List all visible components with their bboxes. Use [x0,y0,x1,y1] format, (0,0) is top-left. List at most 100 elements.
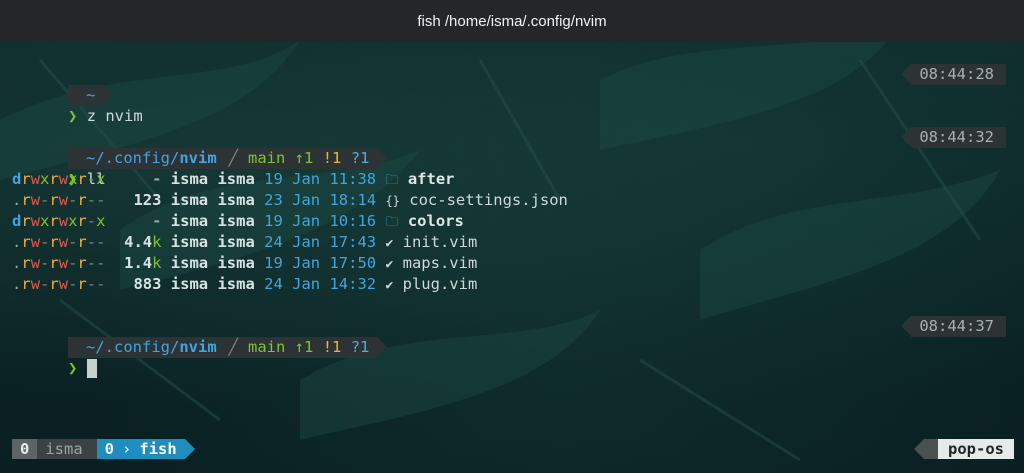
permission-char: - [68,254,78,272]
permission-char: x [96,212,106,230]
permission-char: . [12,254,22,272]
permission-char: r [77,191,87,209]
permission-char: w [30,191,41,209]
tmux-window-name[interactable]: fish [131,439,185,459]
permission-char: w [58,191,69,209]
list-item: .rw-rw-r-- 4.4k isma isma 24 Jan 17:43 ✔… [12,232,477,253]
permission-char: w [30,275,41,293]
permission-char: - [86,233,97,251]
permission-char: x [40,170,50,188]
permission-char: r [21,254,31,272]
git-modified: !1 [322,149,342,167]
permission-char: d [12,170,22,188]
file-group: isma [217,212,255,230]
permissions: .rw-rw-r-- [12,191,105,209]
prompt-char: ❯ [68,359,78,377]
file-owner: isma [170,212,209,230]
permission-char: - [68,191,78,209]
command-line[interactable]: ❯ [12,337,97,378]
permission-char: . [12,191,22,209]
folder-icon: 🗀 [385,215,399,230]
permission-char: r [21,170,31,188]
git-branch: main [248,149,286,167]
permission-char: r [21,275,31,293]
permission-char: - [86,191,97,209]
tmux-session-name: isma [37,439,97,459]
permission-char: - [96,275,106,293]
path-separator: ╱ [222,337,244,358]
permission-char: - [96,233,106,251]
command-text: z nvim [86,107,143,125]
permission-char: x [68,170,78,188]
permissions: drwxrwxr-x [12,212,105,230]
permission-char: r [77,170,87,188]
file-date: 19 Jan 11:38 [264,170,377,188]
file-name: init.vim [402,233,478,251]
file-size: 1.4 [124,254,153,272]
permissions: .rw-rw-r-- [12,254,105,272]
permission-char: r [49,191,59,209]
permission-char: - [86,275,97,293]
prompt-time: 08:44:28 [911,64,1006,85]
file-date: 19 Jan 17:50 [264,254,377,272]
file-owner: isma [170,170,209,188]
permission-char: - [68,275,78,293]
file-owner: isma [170,254,209,272]
tmux-status-left: 0 isma 0 › fish [12,439,195,459]
permission-char: - [96,191,106,209]
git-branch: main [248,338,286,356]
file-size: - [152,170,162,188]
terminal-content[interactable]: ~ 08:44:28 ❯ z nvim ~/.config/nvim ╱ main … [0,42,1024,473]
file-date: 19 Jan 10:16 [264,212,377,230]
permission-char: r [49,275,59,293]
permissions: drwxrwxr-x [12,170,105,188]
prompt-time: 08:44:32 [911,127,1006,148]
file-name: maps.vim [402,254,478,272]
permission-char: r [77,212,87,230]
permission-char: r [77,233,87,251]
file-group: isma [217,233,255,251]
permission-char: r [21,191,31,209]
window-titlebar[interactable]: fish /home/isma/.config/nvim [0,0,1024,42]
file-name: plug.vim [402,275,478,293]
tmux-hostname: pop-os [938,439,1014,459]
file-owner: isma [170,233,209,251]
vim-file-icon: ✔ [385,236,394,251]
json-file-icon: {} [385,194,400,208]
permission-char: r [77,254,87,272]
git-modified: !1 [322,338,342,356]
prompt-segment-bar: ~ [12,64,114,106]
folder-icon: 🗀 [385,173,399,188]
permission-char: w [58,233,69,251]
permission-char: - [40,191,50,209]
permission-char: . [12,233,22,251]
file-date: 23 Jan 18:14 [264,191,377,209]
file-size: 883 [133,275,162,293]
git-ahead: ↑1 [294,149,314,167]
permission-char: w [58,212,69,230]
directory-name: colors [407,212,464,230]
file-owner: isma [170,275,209,293]
permission-char: - [86,212,97,230]
git-untracked: ?1 [350,338,370,356]
prompt-char: ❯ [68,107,78,125]
permission-char: - [40,275,50,293]
list-item: drwxrwxr-x - isma isma 19 Jan 11:38 🗀 af… [12,169,455,190]
prompt-path-prefix: ~/.config/ [86,338,180,356]
file-size-unit: k [152,233,162,251]
permission-char: - [86,254,97,272]
terminal-window: fish /home/isma/.config/nvim ~ 08:44:28 … [0,0,1024,473]
permission-char: - [96,254,106,272]
permission-char: d [12,212,22,230]
prompt-time-box: 08:44:37 [901,316,1006,337]
permission-char: x [96,170,106,188]
command-line: ❯ ll [12,148,105,188]
file-group: isma [217,275,255,293]
git-untracked: ?1 [350,149,370,167]
file-owner: isma [170,191,209,209]
tmux-window-index[interactable]: 0 [96,439,123,459]
file-size-unit: k [152,254,162,272]
permission-char: x [40,212,50,230]
permission-char: - [40,254,50,272]
file-date: 24 Jan 14:32 [264,275,377,293]
